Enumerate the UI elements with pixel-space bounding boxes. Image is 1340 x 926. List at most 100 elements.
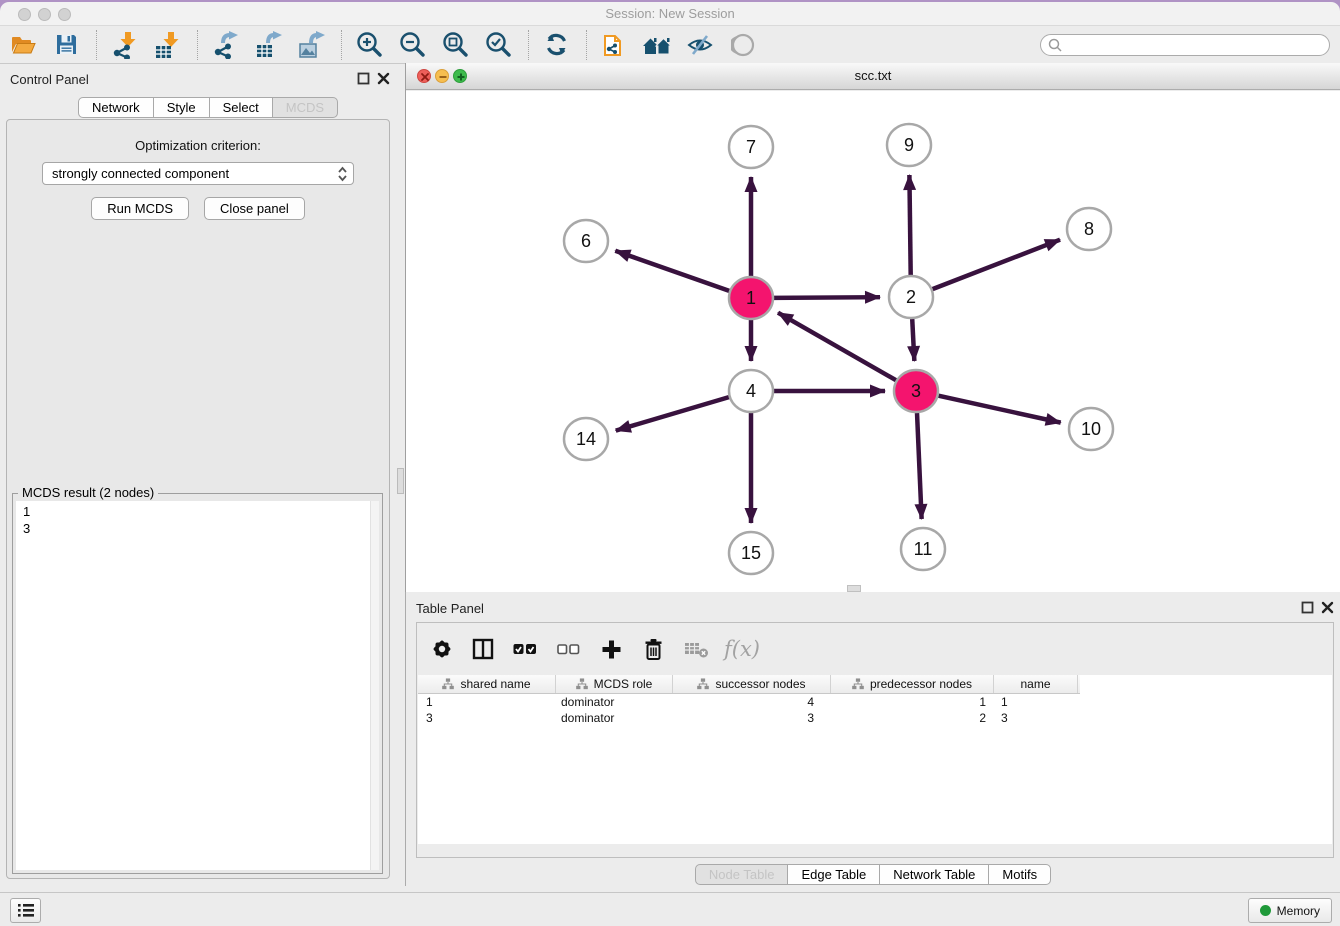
node-6[interactable]: 6 (564, 220, 608, 262)
table-cell[interactable]: 3 (994, 710, 1078, 726)
node-7[interactable]: 7 (729, 126, 773, 168)
save-icon[interactable] (51, 30, 81, 60)
control-tab-select[interactable]: Select (209, 97, 273, 118)
folder-open-glyph (10, 33, 36, 57)
export-image-icon[interactable] (296, 30, 326, 60)
network-window-titlebar[interactable]: scc.txt (406, 63, 1340, 90)
memory-status-icon (1260, 905, 1271, 916)
node-14[interactable]: 14 (564, 418, 608, 460)
search-input[interactable] (1066, 36, 1329, 54)
column-header-MCDS-role[interactable]: MCDS role (556, 675, 673, 693)
table-tab-network-table[interactable]: Network Table (879, 864, 989, 885)
table-row[interactable]: 3dominator323 (418, 710, 1332, 726)
delete-table-icon[interactable] (684, 639, 709, 659)
node-label: 11 (914, 539, 933, 559)
zoom-out-icon[interactable] (397, 30, 427, 60)
search-icon (1048, 38, 1062, 52)
export-network-icon[interactable] (210, 30, 240, 60)
task-history-button[interactable] (10, 898, 41, 923)
zoom-selected-icon[interactable] (483, 30, 513, 60)
table-cell[interactable]: dominator (556, 694, 673, 710)
node-3[interactable]: 3 (894, 370, 938, 412)
control-panel-tabs: NetworkStyleSelectMCDS (78, 97, 338, 118)
table-cell[interactable]: 1 (418, 694, 556, 710)
control-tab-network[interactable]: Network (78, 97, 154, 118)
table-cell[interactable]: 2 (831, 710, 994, 726)
columns-icon[interactable] (472, 638, 494, 660)
zoom-fit-icon[interactable] (440, 30, 470, 60)
deselect-all-icon[interactable] (557, 638, 581, 660)
control-panel-title: Control Panel (10, 72, 89, 87)
vertical-splitter-handle[interactable] (397, 468, 404, 494)
horizontal-splitter-handle[interactable] (847, 585, 861, 592)
node-2[interactable]: 2 (889, 276, 933, 318)
edge-4-14[interactable] (616, 397, 729, 430)
table-tab-motifs[interactable]: Motifs (988, 864, 1051, 885)
node-label: 8 (1084, 219, 1094, 239)
column-header-name[interactable]: name (994, 675, 1078, 693)
column-header-predecessor-nodes[interactable]: predecessor nodes (831, 675, 994, 693)
delete-column-icon[interactable] (642, 638, 665, 661)
zoom-in-icon[interactable] (354, 30, 384, 60)
table-row[interactable]: 1dominator411 (418, 694, 1332, 710)
import-network-icon[interactable] (109, 30, 139, 60)
network-canvas[interactable]: 7 9 6 8 1 2 4 3 14 10 15 11 (406, 91, 1340, 592)
edge-3-1[interactable] (778, 313, 896, 380)
node-15[interactable]: 15 (729, 532, 773, 574)
edge-1-6[interactable] (615, 251, 729, 291)
table-tab-edge-table[interactable]: Edge Table (787, 864, 880, 885)
edge-2-8[interactable] (932, 240, 1060, 289)
column-header-label: predecessor nodes (870, 677, 972, 691)
home-icon[interactable] (642, 30, 672, 60)
run-mcds-button[interactable]: Run MCDS (91, 197, 189, 220)
node-8[interactable]: 8 (1067, 208, 1111, 250)
mcds-panel: Optimization criterion: strongly connect… (6, 119, 390, 879)
close-panel-icon[interactable] (377, 72, 390, 85)
select-all-icon[interactable] (513, 638, 538, 660)
result-scrollbar[interactable] (370, 501, 379, 870)
export-table-icon[interactable] (253, 30, 283, 60)
column-header-shared-name[interactable]: shared name (418, 675, 556, 693)
node-9[interactable]: 9 (887, 124, 931, 166)
column-header-successor-nodes[interactable]: successor nodes (673, 675, 831, 693)
float-table-panel-icon[interactable] (1301, 601, 1314, 614)
table-cell[interactable]: 1 (994, 694, 1078, 710)
mcds-result-text[interactable]: 13 (16, 501, 379, 870)
edge-2-9[interactable] (909, 175, 910, 275)
close-panel-button[interactable]: Close panel (204, 197, 305, 220)
eye-icon[interactable] (728, 30, 758, 60)
refresh-icon[interactable] (541, 30, 571, 60)
table-cell[interactable]: 4 (673, 694, 831, 710)
node-table[interactable]: shared nameMCDS rolesuccessor nodes prede… (418, 675, 1332, 844)
import-table-icon[interactable] (152, 30, 182, 60)
control-tab-style[interactable]: Style (153, 97, 210, 118)
table-cell[interactable]: 3 (673, 710, 831, 726)
network-document-icon[interactable] (599, 30, 629, 60)
eye-slash-icon[interactable] (685, 30, 715, 60)
memory-button[interactable]: Memory (1248, 898, 1332, 923)
criterion-dropdown[interactable]: strongly connected component (42, 162, 354, 185)
function-builder-icon[interactable]: f(x) (724, 637, 760, 661)
node-4[interactable]: 4 (729, 370, 773, 412)
node-1[interactable]: 1 (729, 277, 773, 319)
node-10[interactable]: 10 (1069, 408, 1113, 450)
node-11[interactable]: 11 (901, 528, 945, 570)
add-column-icon[interactable] (600, 638, 623, 661)
memory-label: Memory (1277, 904, 1320, 918)
table-cell[interactable]: dominator (556, 710, 673, 726)
edge-2-3[interactable] (912, 319, 914, 361)
edge-3-10[interactable] (938, 396, 1060, 423)
network-graph[interactable]: 7 9 6 8 1 2 4 3 14 10 15 11 (406, 91, 1340, 592)
export-image-glyph (297, 31, 325, 59)
close-table-panel-icon[interactable] (1321, 601, 1334, 614)
gear-icon[interactable] (431, 638, 453, 660)
search-field[interactable] (1040, 34, 1330, 56)
folder-open-icon[interactable] (8, 30, 38, 60)
edge-1-2[interactable] (774, 297, 880, 298)
table-cell[interactable]: 3 (418, 710, 556, 726)
table-cell[interactable]: 1 (831, 694, 994, 710)
float-panel-icon[interactable] (357, 72, 370, 85)
edge-3-11[interactable] (917, 413, 922, 519)
control-tab-mcds[interactable]: MCDS (272, 97, 338, 118)
table-tab-node-table[interactable]: Node Table (695, 864, 789, 885)
